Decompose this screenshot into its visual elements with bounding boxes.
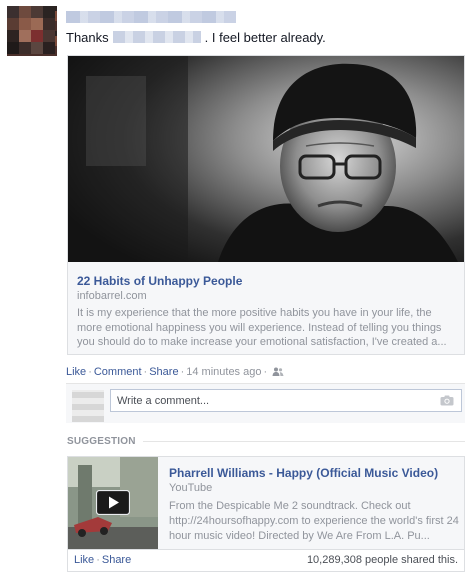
comment-composer [66,383,465,423]
separator-dot: · [88,366,92,378]
like-link[interactable]: Like [66,366,86,378]
attachment-photo[interactable] [68,56,464,262]
comment-input[interactable] [110,389,462,412]
friends-icon[interactable] [272,367,284,380]
link-attachment[interactable]: 22 Habits of Unhappy People infobarrel.c… [67,55,465,355]
suggestion-actions: Like · Share [74,554,131,566]
post-action-bar: Like · Comment · Share · 14 minutes ago · [66,366,284,380]
separator-dot: · [96,554,100,566]
suggestion-share-link[interactable]: Share [102,554,131,566]
suggested-video-source: YouTube [169,482,213,494]
separator-dot: · [263,366,268,378]
suggested-video-card[interactable]: Pharrell Williams - Happy (Official Musi… [67,456,465,550]
shared-count[interactable]: 10,289,308 people shared this. [307,554,458,566]
attachment-title-link[interactable]: 22 Habits of Unhappy People [77,274,242,288]
share-link[interactable]: Share [149,366,178,378]
status-suffix: . I feel better already. [204,30,326,45]
suggestion-like-link[interactable]: Like [74,554,94,566]
commenter-avatar [72,390,104,422]
comment-link[interactable]: Comment [94,366,142,378]
suggestion-divider [143,441,465,442]
suggestion-label: SUGGESTION [67,436,136,447]
status-prefix: Thanks [66,30,109,45]
suggested-video-description: From the Despicable Me 2 soundtrack. Che… [169,500,459,542]
suggestion-action-bar: Like · Share 10,289,308 people shared this… [67,550,465,572]
attachment-description: It is my experience that the more positi… [77,307,447,348]
poster-name-redacted[interactable] [66,11,236,23]
separator-dot: · [143,366,148,378]
post-timestamp[interactable]: 14 minutes ago [186,366,261,378]
suggested-video-title-link[interactable]: Pharrell Williams - Happy (Official Musi… [169,466,438,480]
video-thumbnail[interactable] [68,457,158,549]
camera-icon[interactable] [440,395,454,409]
tagged-name-redacted[interactable] [112,31,201,43]
play-icon[interactable] [95,489,131,518]
separator-dot: · [180,366,185,378]
attachment-domain: infobarrel.com [77,290,147,302]
status-text: Thanks . I feel better already. [66,30,326,45]
poster-avatar[interactable] [7,6,57,56]
